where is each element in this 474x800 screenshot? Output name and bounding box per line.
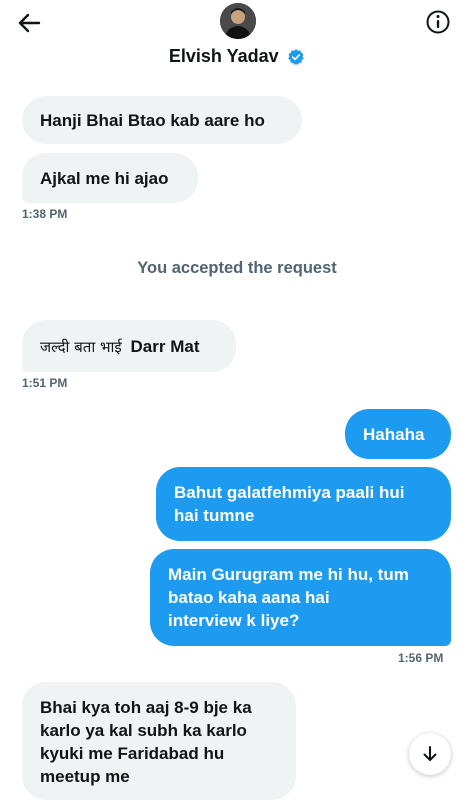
message-incoming[interactable]: Bhai kya toh aaj 8-9 bje ka karlo ya kal… [22, 682, 296, 800]
message-line: meetup me [40, 767, 130, 786]
message-line: kyuki me Faridabad hu [40, 744, 225, 763]
message-line: batao kaha aana hai [168, 588, 330, 607]
message-line: interview k liye? [168, 611, 300, 630]
message-timestamp: 1:38 PM [22, 207, 68, 221]
message-incoming[interactable]: जल्दी बता भाई Darr Mat [22, 320, 236, 372]
info-button[interactable] [424, 8, 452, 36]
message-line: Bahut galatfehmiya paali hui [174, 483, 405, 502]
message-text: Hanji Bhai Btao kab aare ho [40, 111, 265, 130]
scroll-to-bottom-button[interactable] [409, 733, 451, 775]
message-line: Bhai kya toh aaj 8-9 bje ka [40, 698, 252, 717]
message-line: Main Gurugram me hi hu, tum [168, 565, 409, 584]
message-outgoing[interactable]: Main Gurugram me hi hu, tum batao kaha a… [150, 549, 451, 646]
conversation-header: Elvish Yadav [0, 0, 474, 85]
arrow-left-icon [18, 13, 41, 33]
profile-photo [220, 3, 256, 39]
arrow-down-icon [423, 746, 437, 761]
verified-badge-icon [288, 48, 304, 65]
system-message: You accepted the request [137, 259, 337, 277]
avatar[interactable] [220, 3, 256, 39]
contact-name: Elvish Yadav [168, 46, 279, 66]
info-icon [426, 10, 450, 34]
back-button[interactable] [14, 8, 44, 38]
message-text: Hahaha [363, 425, 425, 444]
message-incoming[interactable]: Hanji Bhai Btao kab aare ho [22, 96, 302, 144]
message-outgoing[interactable]: Hahaha [345, 409, 451, 459]
message-text: Ajkal me hi ajao [40, 169, 169, 188]
message-incoming[interactable]: Ajkal me hi ajao [22, 153, 198, 203]
message-timestamp: 1:56 PM [398, 651, 444, 665]
contact-name-row[interactable]: Elvish Yadav [0, 46, 474, 67]
message-timestamp: 1:51 PM [22, 376, 68, 390]
message-text-hindi: जल्दी बता भाई [40, 338, 122, 356]
message-text-bold: Darr Mat [130, 337, 200, 356]
message-line: karlo ya kal subh ka karlo [40, 721, 247, 740]
message-outgoing[interactable]: Bahut galatfehmiya paali hui hai tumne [156, 467, 451, 541]
message-line: hai tumne [174, 506, 255, 525]
